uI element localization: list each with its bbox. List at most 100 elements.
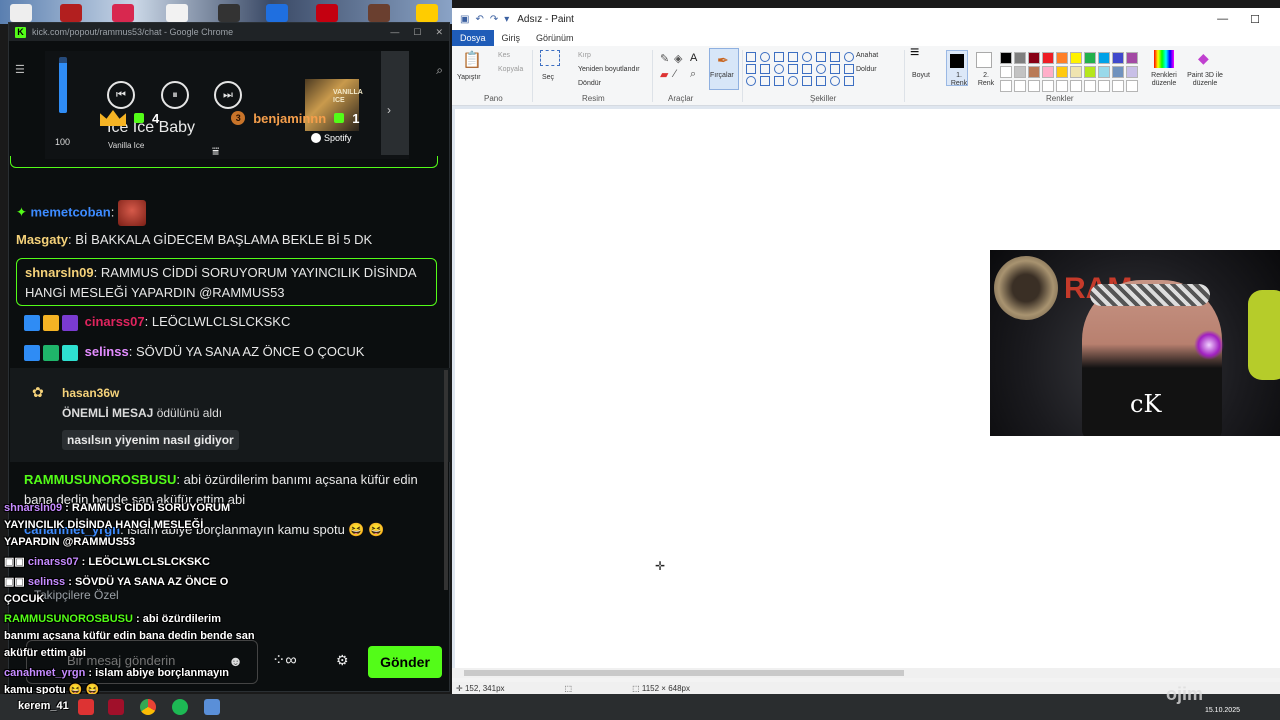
chat-username[interactable]: memetcoban [31,204,111,219]
send-button[interactable]: Gönder [368,646,442,678]
shape-tool[interactable] [788,52,798,62]
palette-swatch[interactable] [1000,52,1012,64]
palette-swatch[interactable] [1070,80,1082,92]
tab-gorunum[interactable]: Görünüm [528,30,582,46]
palette-swatch[interactable] [1042,66,1054,78]
chevron-right-icon[interactable]: › [387,103,391,117]
palette-swatch[interactable] [1126,66,1138,78]
palette-swatch[interactable] [1098,52,1110,64]
chat-scrollbar[interactable] [444,370,448,590]
paint-minimize-button[interactable]: — [1217,13,1228,26]
palette-swatch[interactable] [1056,66,1068,78]
palette-swatch[interactable] [1084,52,1096,64]
undo-icon[interactable]: ↶ [475,14,483,25]
palette-swatch[interactable] [1028,66,1040,78]
shape-tool[interactable] [816,64,826,74]
desktop-icon[interactable] [112,4,134,22]
chat-username[interactable]: cinarss07 [85,314,145,329]
desktop-icon[interactable] [368,4,390,22]
desktop-icon[interactable] [166,4,188,22]
color2-swatch[interactable] [976,52,992,68]
chevron-down-icon[interactable]: ▾ [504,14,509,25]
spotify-taskbar-icon[interactable] [172,699,188,715]
paint-maximize-button[interactable]: ☐ [1250,13,1260,26]
chrome-title-bar[interactable]: K kick.com/popout/rammus53/chat - Google… [9,23,449,41]
shape-tool[interactable] [830,52,840,62]
palette-swatch[interactable] [1070,52,1082,64]
shape-tool[interactable] [844,64,854,74]
pencil-icon[interactable]: ✎ [660,52,669,65]
shapes-gallery[interactable] [746,52,854,86]
color-palette[interactable] [1000,52,1138,92]
palette-swatch[interactable] [1084,66,1096,78]
chat-username[interactable]: RAMMUSUNOROSBUSU [24,472,176,487]
chat-username[interactable]: Masgaty [16,232,68,247]
reward-username[interactable]: hasan36w [62,386,119,400]
palette-swatch[interactable] [1126,80,1138,92]
leader-third-user[interactable]: benjaminnn [253,111,326,126]
palette-swatch[interactable] [1056,80,1068,92]
desktop-icon[interactable] [266,4,288,22]
paste-button[interactable]: Yapıştır [457,74,481,81]
maximize-button[interactable]: ☐ [413,27,421,38]
save-icon[interactable]: ▣ [460,14,469,25]
chat-username[interactable]: selinss [85,344,129,359]
magnifier-icon[interactable]: ⌕ [690,68,696,81]
emoji-icon[interactable]: ☻ [228,653,243,669]
shape-tool[interactable] [788,64,798,74]
picker-icon[interactable]: ⁄ [674,68,676,80]
paint-taskbar-icon[interactable] [204,699,220,715]
shape-tool[interactable] [760,76,770,86]
resize-button[interactable]: Yeniden boyutlandır [578,66,640,73]
shape-tool[interactable] [746,52,756,62]
chrome-taskbar-icon[interactable] [140,699,156,715]
palette-swatch[interactable] [1070,66,1082,78]
palette-swatch[interactable] [1042,52,1054,64]
chat-settings-icon[interactable]: ☰ [15,63,25,76]
horizontal-scrollbar[interactable] [452,668,1280,678]
scrollbar-thumb[interactable] [464,670,904,676]
desktop-icon[interactable] [316,4,338,22]
shape-tool[interactable] [816,52,826,62]
crop-button[interactable]: Kırp [578,52,591,59]
text-icon[interactable]: A [690,52,697,64]
shape-tool[interactable] [802,76,812,86]
tab-dosya[interactable]: Dosya [452,30,494,46]
zoom-lens-icon[interactable]: ⌕ [436,63,443,78]
shape-tool[interactable] [802,64,812,74]
taskbar-app-icon[interactable] [78,699,94,715]
rotate-button[interactable]: Döndür [578,80,601,87]
size-button[interactable]: Boyut [912,72,930,79]
paint-title-bar[interactable]: ▣ ↶ ↷ ▾ Adsız - Paint — ☐ [452,8,1280,30]
palette-swatch[interactable] [1042,80,1054,92]
gear-icon[interactable]: ⚙ [336,652,349,669]
shape-tool[interactable] [746,64,756,74]
palette-swatch[interactable] [1028,80,1040,92]
shape-tool[interactable] [802,52,812,62]
redo-icon[interactable]: ↷ [490,14,498,25]
outline-button[interactable]: Anahat [856,52,878,59]
volume-bar[interactable] [59,57,67,113]
desktop-icon[interactable] [60,4,82,22]
palette-swatch[interactable] [1084,80,1096,92]
shape-tool[interactable] [788,76,798,86]
shape-tool[interactable] [774,64,784,74]
taskbar-app-icon[interactable] [108,699,124,715]
chat-message-input[interactable] [67,653,217,668]
minimize-button[interactable]: — [390,27,399,38]
next-button[interactable]: ⏭ [214,81,242,109]
fill-button[interactable]: Doldur [856,66,877,73]
desktop-icon[interactable] [10,4,32,22]
palette-swatch[interactable] [1014,66,1026,78]
cut-button[interactable]: Kes [498,52,510,59]
shape-tool[interactable] [830,76,840,86]
palette-swatch[interactable] [1056,52,1068,64]
palette-swatch[interactable] [1014,80,1026,92]
palette-swatch[interactable] [1112,52,1124,64]
palette-swatch[interactable] [1126,52,1138,64]
tab-giris[interactable]: Giriş [494,30,529,46]
copy-button[interactable]: Kopyala [498,66,523,73]
palette-swatch[interactable] [1112,66,1124,78]
palette-swatch[interactable] [1000,80,1012,92]
palette-swatch[interactable] [1112,80,1124,92]
